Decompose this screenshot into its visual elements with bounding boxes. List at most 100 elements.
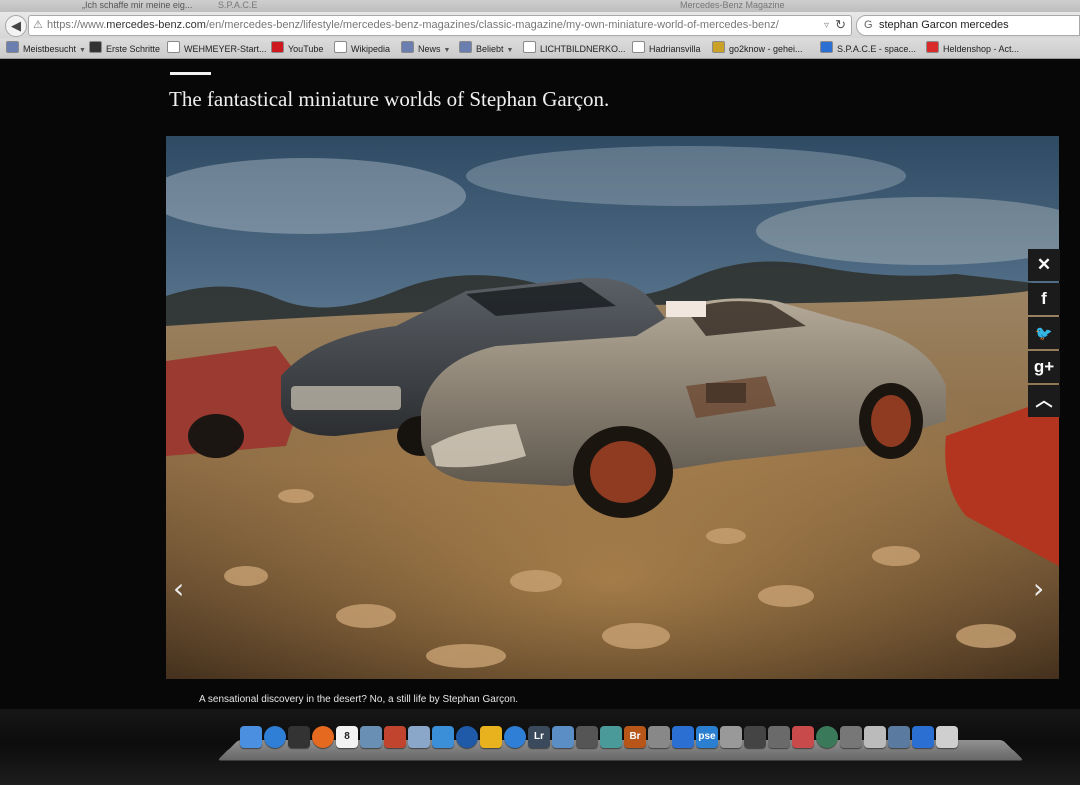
globe-icon: ⚠ bbox=[33, 19, 43, 31]
bookmark-label: Beliebt bbox=[476, 44, 504, 54]
bookmark-10[interactable]: S.P.A.C.E - space... bbox=[820, 41, 916, 55]
wikipedia-icon bbox=[334, 41, 347, 53]
bookmark-2[interactable]: WEHMEYER-Start... bbox=[167, 41, 267, 55]
back-button[interactable]: ◀ bbox=[5, 15, 27, 37]
tab-space[interactable]: S.P.A.C.E bbox=[218, 0, 298, 12]
game-icon[interactable] bbox=[792, 726, 814, 748]
bookmark-6[interactable]: Beliebt ▼ bbox=[459, 41, 513, 55]
folder-icon bbox=[401, 41, 414, 53]
folder-icon bbox=[6, 41, 19, 53]
dock-icon-label: 8 bbox=[344, 731, 350, 742]
utility-icon[interactable] bbox=[768, 726, 790, 748]
speaker-icon[interactable] bbox=[744, 726, 766, 748]
dashboard-icon[interactable] bbox=[288, 726, 310, 748]
document-icon[interactable] bbox=[912, 726, 934, 748]
firefox-icon[interactable] bbox=[312, 726, 334, 748]
bookmark-label: LICHTBILDNERKO... bbox=[540, 44, 626, 54]
scanner-icon[interactable] bbox=[720, 726, 742, 748]
printer-icon[interactable] bbox=[576, 726, 598, 748]
bookmark-4[interactable]: Wikipedia bbox=[334, 41, 390, 55]
photos-icon[interactable] bbox=[384, 726, 406, 748]
bookmark-1[interactable]: Erste Schritte bbox=[89, 41, 160, 55]
google-earth-icon[interactable] bbox=[456, 726, 478, 748]
preview-icon[interactable] bbox=[360, 726, 382, 748]
finder-icon[interactable] bbox=[240, 726, 262, 748]
web-page: The fantastical miniature worlds of Step… bbox=[0, 59, 1080, 709]
bookmark-3[interactable]: YouTube bbox=[271, 41, 323, 55]
search-input[interactable]: stephan Garcon mercedes bbox=[879, 18, 1009, 33]
title-rule bbox=[170, 72, 211, 75]
url-domain: mercedes-benz.com bbox=[106, 19, 206, 31]
address-bar[interactable]: ⚠ https://www.mercedes-benz.com/en/merce… bbox=[28, 15, 852, 36]
bookmark-app-icon[interactable] bbox=[672, 726, 694, 748]
dock-icon-label: Br bbox=[629, 731, 641, 742]
history-dropdown-icon[interactable]: ▿ bbox=[824, 18, 829, 33]
camera-icon[interactable] bbox=[648, 726, 670, 748]
scroll-up-button[interactable]: ︿ bbox=[1028, 385, 1060, 417]
hero-image bbox=[166, 136, 1059, 679]
tab-ich-schaffe[interactable]: „Ich schaffe mir meine eig... bbox=[82, 0, 212, 12]
chevron-down-icon: ▼ bbox=[443, 47, 451, 54]
google-search-icon: G bbox=[864, 19, 873, 31]
lightroom-icon[interactable]: Lr bbox=[528, 726, 550, 748]
bookmark-0[interactable]: Meistbesucht ▼ bbox=[6, 41, 86, 55]
search-box[interactable]: G stephan Garcon mercedes bbox=[856, 15, 1080, 36]
share-bar: ✕ f 🐦 g+ ︿ bbox=[1028, 249, 1060, 419]
twitter-share-button[interactable]: 🐦 bbox=[1028, 317, 1060, 349]
bridge-icon[interactable]: Br bbox=[624, 726, 646, 748]
bookmarks-toolbar: Meistbesucht ▼ Erste Schritte WEHMEYER-Star… bbox=[0, 38, 1080, 59]
itunes-icon[interactable] bbox=[504, 726, 526, 748]
bookmark-label: Wikipedia bbox=[351, 44, 391, 54]
bookmark-label: YouTube bbox=[288, 44, 324, 54]
photo-viewer-icon[interactable] bbox=[888, 726, 910, 748]
tab-strip: „Ich schaffe mir meine eig... S.P.A.C.E … bbox=[0, 0, 1080, 12]
hero-photo-illustration bbox=[166, 136, 1059, 679]
youtube-icon bbox=[271, 41, 284, 53]
bookmark-label: S.P.A.C.E - space... bbox=[837, 44, 916, 54]
safari-icon[interactable] bbox=[264, 726, 286, 748]
googleplus-share-button[interactable]: g+ bbox=[1028, 351, 1060, 383]
sync-icon[interactable] bbox=[432, 726, 454, 748]
screenshot-icon[interactable] bbox=[864, 726, 886, 748]
facebook-icon: f bbox=[1041, 289, 1047, 308]
bookmark-7[interactable]: LICHTBILDNERKO... bbox=[523, 41, 626, 55]
previous-slide-button[interactable]: ‹ bbox=[173, 574, 184, 604]
facebook-share-button[interactable]: f bbox=[1028, 283, 1060, 315]
app-store-icon[interactable] bbox=[552, 726, 574, 748]
url-text: https://www.mercedes-benz.com/en/mercede… bbox=[47, 18, 779, 33]
go2know-icon bbox=[712, 41, 725, 53]
next-slide-button[interactable]: › bbox=[1033, 574, 1044, 604]
mail-icon[interactable] bbox=[408, 726, 430, 748]
refresh-app-icon[interactable] bbox=[600, 726, 622, 748]
bookmark-label: go2know - gehei... bbox=[729, 44, 803, 54]
page-icon bbox=[523, 41, 536, 53]
space-icon bbox=[820, 41, 833, 53]
bookmark-9[interactable]: go2know - gehei... bbox=[712, 41, 803, 55]
aldi-icon[interactable] bbox=[480, 726, 502, 748]
googleplus-icon: g+ bbox=[1033, 357, 1055, 376]
arrow-left-icon: ◀ bbox=[11, 18, 21, 33]
bookmark-label: News bbox=[418, 44, 441, 54]
star-icon bbox=[926, 41, 939, 53]
url-path: /en/mercedes-benz/lifestyle/mercedes-ben… bbox=[205, 19, 779, 31]
tab-mercedes[interactable]: Mercedes-Benz Magazine bbox=[680, 0, 840, 12]
navigation-toolbar: ◀ ⚠ https://www.mercedes-benz.com/en/mer… bbox=[0, 12, 1080, 38]
reload-icon[interactable]: ↻ bbox=[835, 17, 846, 33]
bookmark-8[interactable]: Hadriansvilla bbox=[632, 41, 701, 55]
time-machine-icon[interactable] bbox=[816, 726, 838, 748]
tools-icon[interactable] bbox=[840, 726, 862, 748]
bookmark-5[interactable]: News ▼ bbox=[401, 41, 450, 55]
trash-icon[interactable] bbox=[936, 726, 958, 748]
url-prefix: https://www. bbox=[47, 19, 107, 31]
chevron-up-icon: ︿ bbox=[1035, 391, 1053, 410]
pse-icon[interactable]: pse bbox=[696, 726, 718, 748]
bookmark-label: Hadriansvilla bbox=[649, 44, 701, 54]
dock-icon-label: pse bbox=[698, 731, 716, 742]
calendar-icon[interactable]: 8 bbox=[336, 726, 358, 748]
twitter-icon: 🐦 bbox=[1035, 325, 1053, 341]
bookmark-11[interactable]: Heldenshop - Act... bbox=[926, 41, 1019, 55]
close-share-button[interactable]: ✕ bbox=[1028, 249, 1060, 281]
bookmark-label: Heldenshop - Act... bbox=[943, 44, 1020, 54]
page-title: The fantastical miniature worlds of Step… bbox=[169, 87, 610, 111]
image-caption: A sensational discovery in the desert? N… bbox=[199, 694, 519, 705]
